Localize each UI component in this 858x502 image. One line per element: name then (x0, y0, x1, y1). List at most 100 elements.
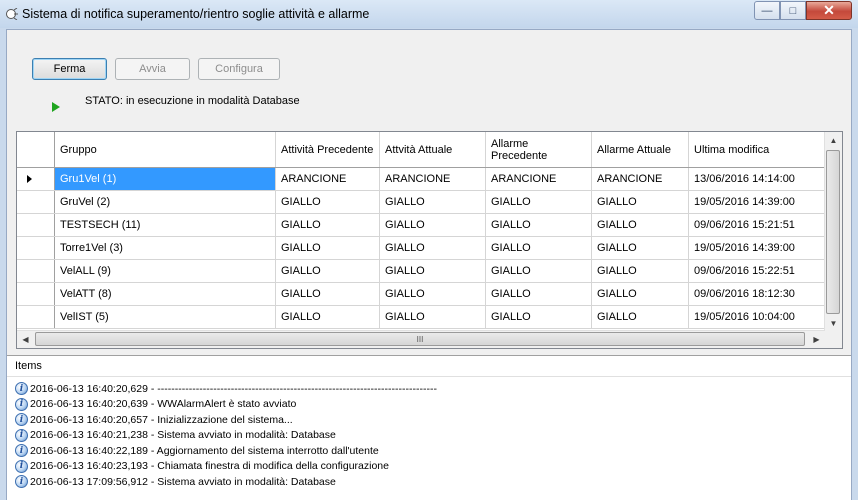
title-bar[interactable]: Sistema di notifica superamento/rientro … (0, 0, 858, 28)
log-text: 2016-06-13 16:40:22,189 - Aggiornamento … (30, 444, 379, 457)
cell-allarme-attuale[interactable]: GIALLO (591, 259, 689, 283)
list-item[interactable]: i 2016-06-13 16:40:23,193 - Chiamata fine… (15, 459, 851, 475)
status-row: STATO: in esecuzione in modalità Databas… (52, 95, 300, 112)
list-item[interactable]: i 2016-06-13 16:40:21,238 - Sistema avvia… (15, 428, 851, 444)
cell-allarme-precedente[interactable]: GIALLO (485, 213, 592, 237)
table-row[interactable]: VelALL (9) GIALLO GIALLO GIALLO GIALLO 0… (17, 259, 829, 283)
grid-header-row: Gruppo Attività Precedente Attvità Attua… (17, 132, 829, 168)
cell-attivita-attuale[interactable]: ARANCIONE (379, 167, 486, 191)
row-header[interactable] (17, 167, 55, 191)
table-row[interactable]: Gru1Vel (1) ARANCIONE ARANCIONE ARANCION… (17, 167, 829, 191)
cell-attivita-precedente[interactable]: GIALLO (275, 259, 380, 283)
groups-grid[interactable]: Gruppo Attività Precedente Attvità Attua… (16, 131, 843, 349)
cell-allarme-attuale[interactable]: GIALLO (591, 236, 689, 260)
cell-allarme-precedente[interactable]: ARANCIONE (485, 167, 592, 191)
horizontal-scroll-thumb[interactable]: III (35, 332, 805, 346)
scroll-up-icon[interactable]: ▲ (825, 132, 842, 149)
configure-button[interactable]: Configura (198, 58, 280, 80)
table-row[interactable]: VelATT (8) GIALLO GIALLO GIALLO GIALLO 0… (17, 282, 829, 306)
minimize-button[interactable]: — (754, 1, 780, 20)
cell-attivita-precedente[interactable]: GIALLO (275, 236, 380, 260)
row-header[interactable] (17, 236, 55, 260)
cell-allarme-precedente[interactable]: GIALLO (485, 259, 592, 283)
row-header-corner (17, 132, 55, 168)
list-item[interactable]: i 2016-06-13 16:40:20,629 - -------------… (15, 381, 851, 397)
column-header-attivita-precedente[interactable]: Attività Precedente (275, 132, 380, 168)
stop-button[interactable]: Ferma (32, 58, 107, 80)
row-header[interactable] (17, 305, 55, 329)
info-icon: i (15, 397, 28, 411)
cell-ultima-modifica[interactable]: 09/06/2016 18:12:30 (688, 282, 829, 306)
log-text: 2016-06-13 16:40:20,657 - Inizializzazio… (30, 413, 293, 426)
horizontal-scrollbar[interactable]: ◀ III ▶ (17, 330, 825, 348)
cell-ultima-modifica[interactable]: 19/05/2016 10:04:00 (688, 305, 829, 329)
row-header[interactable] (17, 259, 55, 283)
start-button[interactable]: Avvia (115, 58, 190, 80)
column-header-attivita-attuale[interactable]: Attvità Attuale (379, 132, 486, 168)
toolbar: Ferma Avvia Configura (32, 58, 280, 80)
status-text: STATO: in esecuzione in modalità Databas… (85, 95, 300, 107)
close-button[interactable]: ✕ (806, 1, 852, 20)
cell-gruppo[interactable]: VelATT (8) (54, 282, 276, 306)
cell-attivita-precedente[interactable]: GIALLO (275, 282, 380, 306)
scroll-down-icon[interactable]: ▼ (825, 315, 842, 332)
table-row[interactable]: GruVel (2) GIALLO GIALLO GIALLO GIALLO 1… (17, 190, 829, 214)
scroll-right-icon[interactable]: ▶ (808, 331, 825, 348)
table-row[interactable]: VelIST (5) GIALLO GIALLO GIALLO GIALLO 1… (17, 305, 829, 329)
cell-gruppo[interactable]: Gru1Vel (1) (54, 167, 276, 191)
info-icon: i (15, 382, 28, 396)
cell-ultima-modifica[interactable]: 13/06/2016 14:14:00 (688, 167, 829, 191)
cell-ultima-modifica[interactable]: 09/06/2016 15:21:51 (688, 213, 829, 237)
client-area: Ferma Avvia Configura STATO: in esecuzio… (6, 29, 852, 502)
cell-attivita-attuale[interactable]: GIALLO (379, 213, 486, 237)
cell-ultima-modifica[interactable]: 19/05/2016 14:39:00 (688, 236, 829, 260)
row-header[interactable] (17, 190, 55, 214)
cell-allarme-attuale[interactable]: GIALLO (591, 213, 689, 237)
cell-attivita-attuale[interactable]: GIALLO (379, 282, 486, 306)
cell-attivita-attuale[interactable]: GIALLO (379, 305, 486, 329)
app-icon (6, 8, 18, 20)
column-header-allarme-precedente[interactable]: Allarme Precedente (485, 132, 592, 168)
cell-ultima-modifica[interactable]: 19/05/2016 14:39:00 (688, 190, 829, 214)
column-header-ultima-modifica[interactable]: Ultima modifica (688, 132, 829, 168)
cell-allarme-precedente[interactable]: GIALLO (485, 305, 592, 329)
cell-allarme-attuale[interactable]: GIALLO (591, 190, 689, 214)
column-header-allarme-attuale[interactable]: Allarme Attuale (591, 132, 689, 168)
log-pane[interactable]: Items i 2016-06-13 16:40:20,629 - -------… (7, 355, 851, 502)
list-item[interactable]: i 2016-06-13 16:40:22,189 - Aggiornamento… (15, 443, 851, 459)
cell-gruppo[interactable]: VelALL (9) (54, 259, 276, 283)
cell-allarme-precedente[interactable]: GIALLO (485, 190, 592, 214)
cell-gruppo[interactable]: TESTSECH (11) (54, 213, 276, 237)
cell-allarme-attuale[interactable]: GIALLO (591, 282, 689, 306)
list-item[interactable]: i 2016-06-13 16:40:20,639 - WWAlarmAlert … (15, 397, 851, 413)
cell-attivita-attuale[interactable]: GIALLO (379, 259, 486, 283)
cell-attivita-attuale[interactable]: GIALLO (379, 190, 486, 214)
column-header-gruppo[interactable]: Gruppo (54, 132, 276, 168)
cell-attivita-precedente[interactable]: GIALLO (275, 190, 380, 214)
row-header[interactable] (17, 213, 55, 237)
maximize-button[interactable]: □ (780, 1, 806, 20)
table-row[interactable]: TESTSECH (11) GIALLO GIALLO GIALLO GIALL… (17, 213, 829, 237)
log-column-header[interactable]: Items (7, 356, 851, 377)
cell-gruppo[interactable]: VelIST (5) (54, 305, 276, 329)
list-item[interactable]: i 2016-06-13 17:09:56,912 - Sistema avvia… (15, 474, 851, 490)
cell-attivita-precedente[interactable]: GIALLO (275, 305, 380, 329)
list-item[interactable]: i 2016-06-13 16:40:20,657 - Inizializzazi… (15, 412, 851, 428)
cell-attivita-precedente[interactable]: ARANCIONE (275, 167, 380, 191)
cell-allarme-precedente[interactable]: GIALLO (485, 236, 592, 260)
row-header[interactable] (17, 282, 55, 306)
scroll-left-icon[interactable]: ◀ (17, 331, 34, 348)
cell-allarme-precedente[interactable]: GIALLO (485, 282, 592, 306)
info-icon: i (15, 428, 28, 442)
cell-gruppo[interactable]: Torre1Vel (3) (54, 236, 276, 260)
cell-allarme-attuale[interactable]: ARANCIONE (591, 167, 689, 191)
cell-ultima-modifica[interactable]: 09/06/2016 15:22:51 (688, 259, 829, 283)
vertical-scroll-thumb[interactable] (826, 150, 840, 314)
cell-attivita-precedente[interactable]: GIALLO (275, 213, 380, 237)
cell-allarme-attuale[interactable]: GIALLO (591, 305, 689, 329)
log-list: i 2016-06-13 16:40:20,629 - -------------… (7, 377, 851, 490)
cell-attivita-attuale[interactable]: GIALLO (379, 236, 486, 260)
cell-gruppo[interactable]: GruVel (2) (54, 190, 276, 214)
table-row[interactable]: Torre1Vel (3) GIALLO GIALLO GIALLO GIALL… (17, 236, 829, 260)
vertical-scrollbar[interactable]: ▲ ▼ (824, 132, 842, 332)
